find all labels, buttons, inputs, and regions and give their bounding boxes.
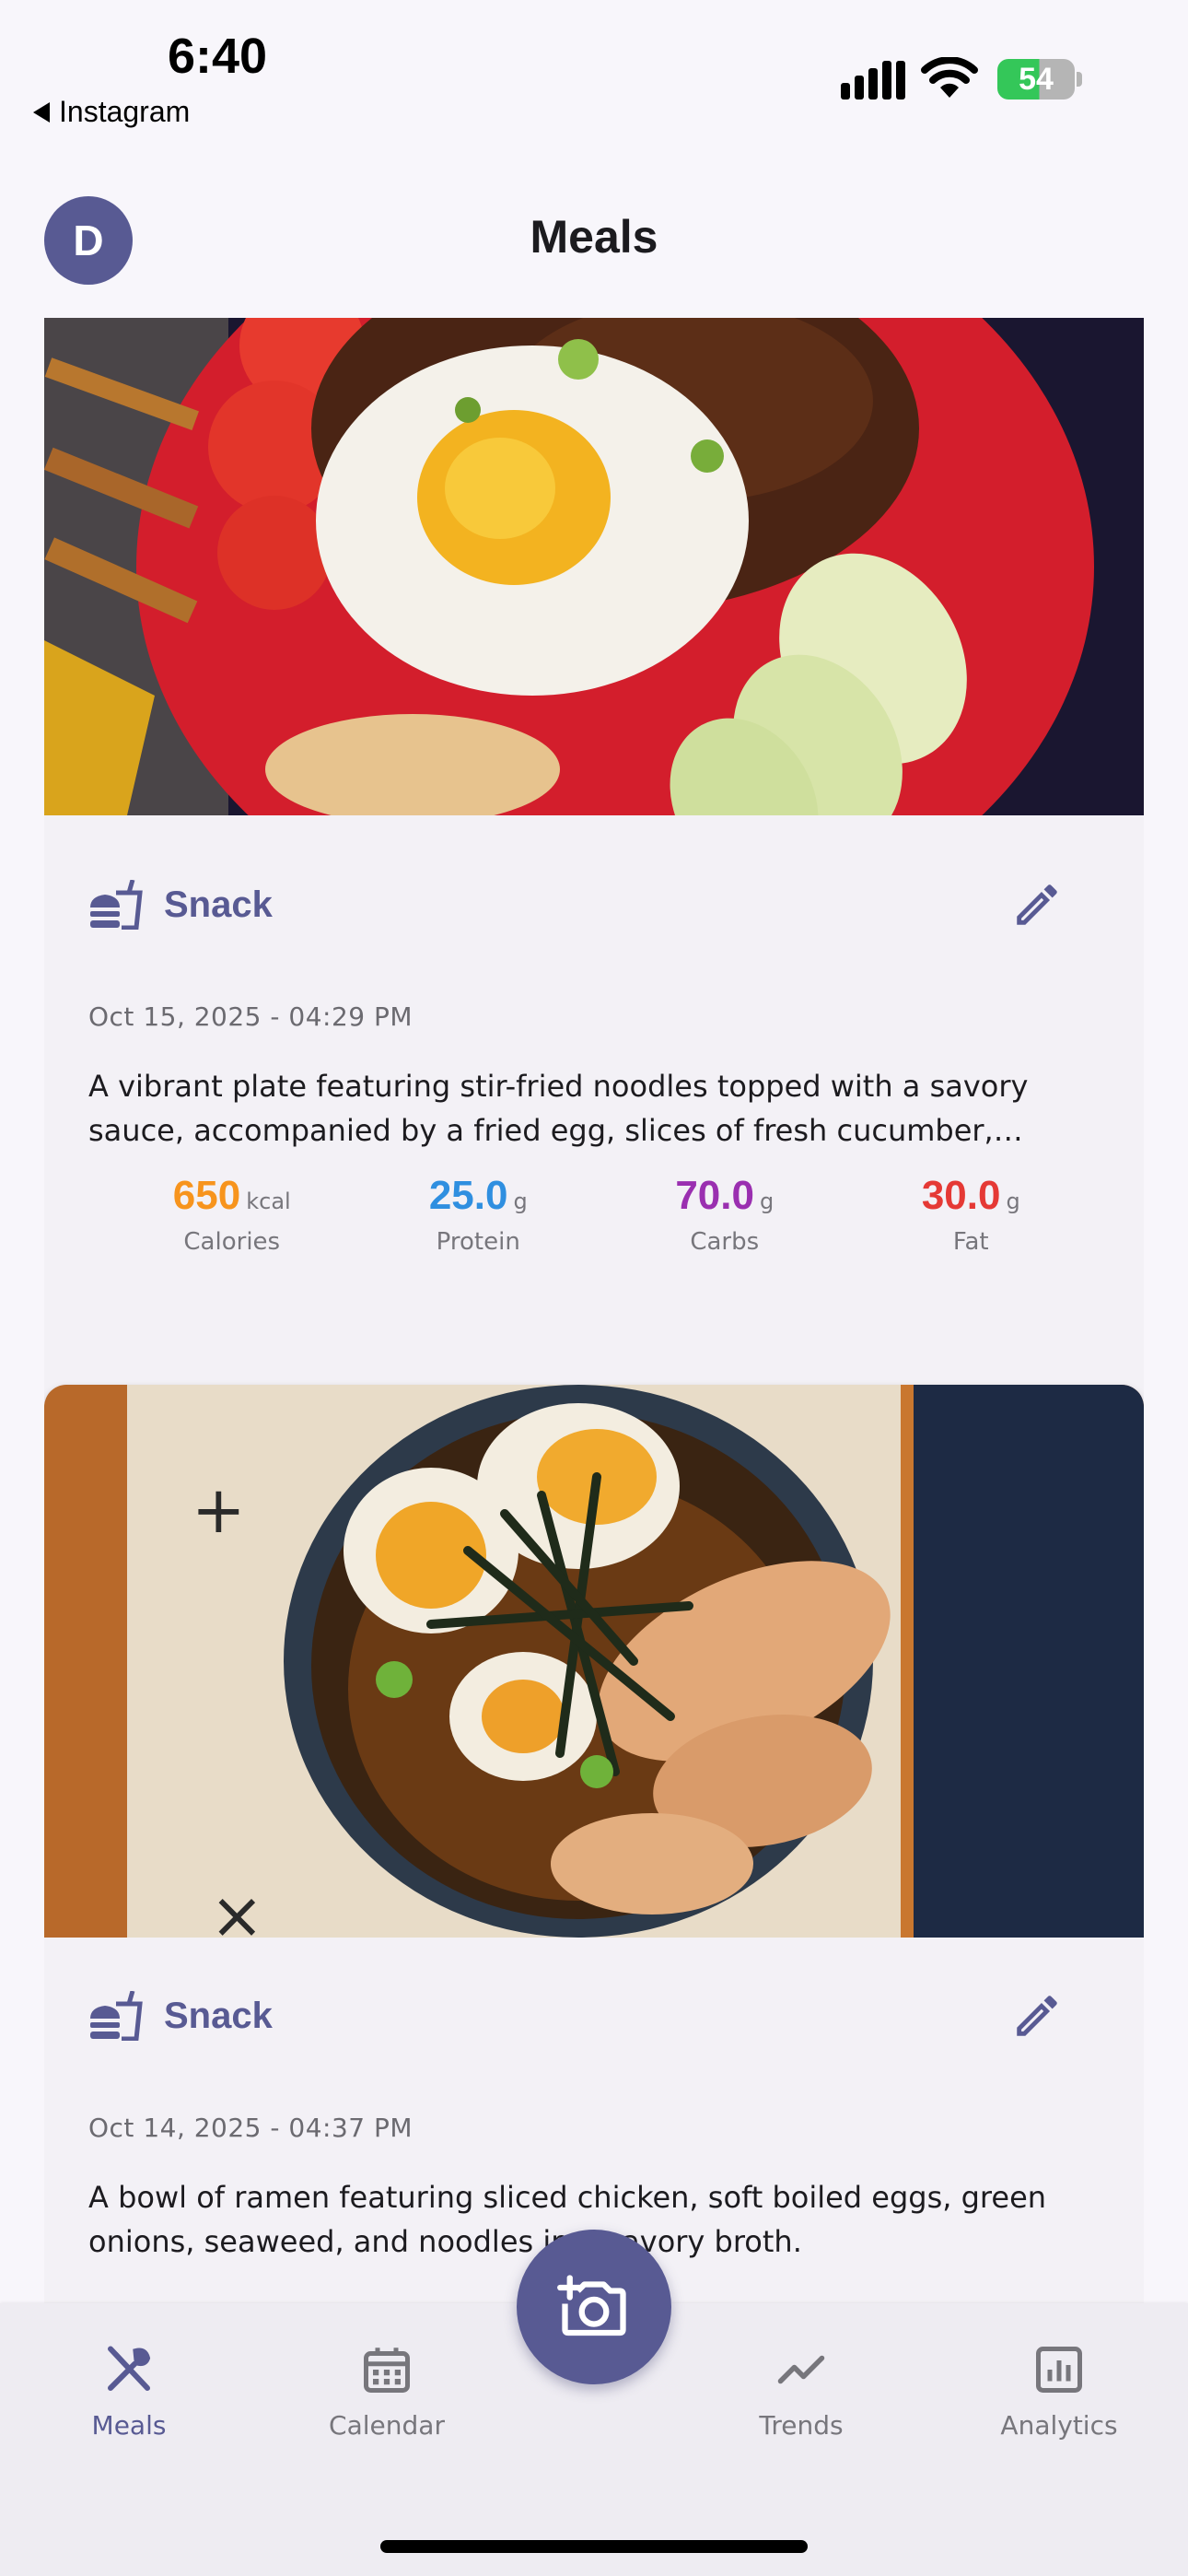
battery-indicator: 54 [997,59,1082,100]
calories-value: 650 [172,1173,241,1218]
meal-card[interactable]: + × Snack Oct 14, 2025 - 04:37 PM A bowl… [44,1385,1144,2303]
nav-label-analytics: Analytics [1000,2410,1118,2441]
calories-label: Calories [183,1228,281,1256]
meal-date: Oct 15, 2025 - 04:29 PM [88,1001,413,1032]
wifi-icon [921,57,978,98]
page-title: Meals [530,211,658,263]
fat-value: 30.0 [921,1173,1001,1218]
status-bar: 6:40 Instagram 54 [0,0,1188,147]
back-to-app-link[interactable]: Instagram [33,95,190,129]
meal-type-label: Snack [164,884,273,925]
cellular-signal-icon [841,61,905,100]
battery-level: 54 [1019,61,1054,97]
pencil-icon [1017,1996,1057,2036]
macro-calories: 650 kcal Calories [109,1173,355,1256]
nav-item-calendar[interactable]: Calendar [295,2342,479,2441]
nav-item-meals[interactable]: Meals [37,2342,221,2441]
home-indicator[interactable] [380,2540,808,2553]
fat-unit: g [1006,1188,1020,1214]
protein-value: 25.0 [428,1173,508,1218]
calories-unit: kcal [246,1188,291,1214]
meal-date: Oct 14, 2025 - 04:37 PM [88,2113,413,2143]
carbs-unit: g [759,1188,775,1214]
svg-text:+: + [192,1472,246,1548]
add-meal-photo-button[interactable] [517,2230,671,2384]
carbs-value: 70.0 [675,1173,754,1218]
calendar-icon [364,2348,410,2393]
trend-line-icon [777,2355,825,2384]
fast-food-icon [90,880,143,930]
macro-fat: 30.0 g Fat [848,1173,1095,1256]
status-time: 6:40 [168,29,268,84]
fork-knife-icon [108,2346,151,2391]
meal-photo: + × [44,1385,1144,1938]
macro-carbs: 70.0 g Carbs [601,1173,848,1256]
macro-protein: 25.0 g Protein [355,1173,602,1256]
protein-unit: g [513,1188,528,1214]
fat-label: Fat [952,1228,989,1256]
meal-type-label: Snack [164,1995,273,2036]
macro-summary: 650 kcal Calories 25.0 g Protein 70.0 g Car… [109,1173,1094,1256]
edit-meal-button[interactable] [1007,875,1066,934]
meals-feed[interactable]: Snack Oct 15, 2025 - 04:29 PM A vibrant … [44,318,1144,2303]
nav-item-analytics[interactable]: Analytics [967,2342,1151,2441]
pencil-icon [1017,884,1057,925]
svg-text:×: × [210,1878,264,1938]
meal-type-row: Snack [88,880,273,930]
nav-item-trends[interactable]: Trends [709,2342,893,2441]
carbs-label: Carbs [690,1228,760,1256]
nav-label-trends: Trends [759,2410,844,2441]
bar-chart-icon [1036,2347,1082,2393]
nav-label-calendar: Calendar [329,2410,445,2441]
back-app-label: Instagram [59,95,191,128]
back-arrow-icon [33,101,50,123]
edit-meal-button[interactable] [1007,1986,1066,2045]
nav-label-meals: Meals [91,2410,167,2441]
protein-label: Protein [436,1228,520,1256]
meal-description: A vibrant plate featuring stir-fried noo… [88,1069,1029,1148]
fast-food-icon [90,1991,143,2041]
meal-type-row: Snack [88,1991,273,2041]
add-photo-camera-icon [557,2275,626,2336]
meal-photo [44,318,1144,815]
